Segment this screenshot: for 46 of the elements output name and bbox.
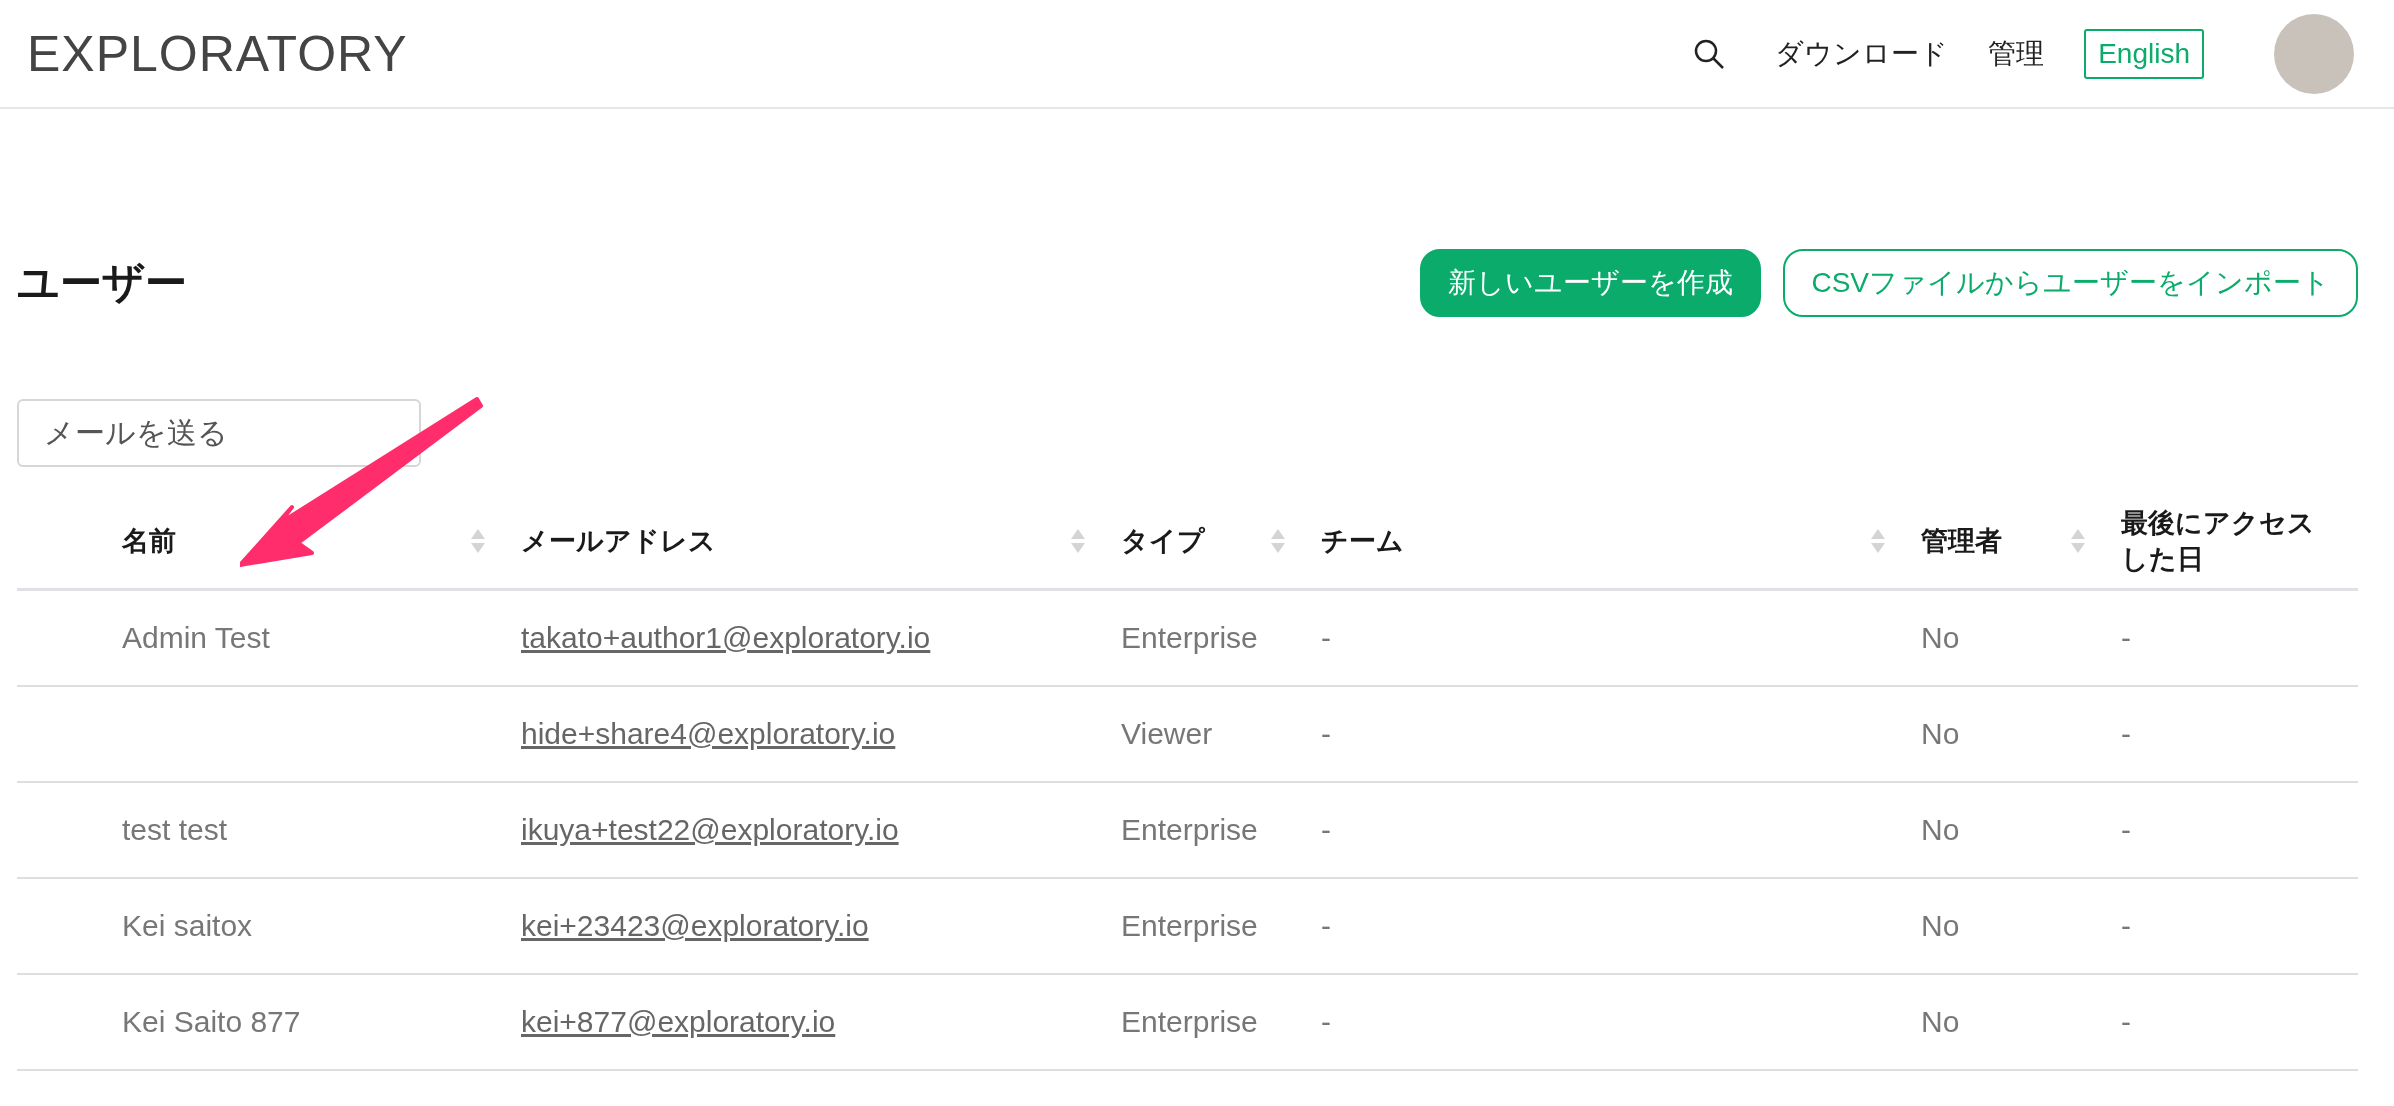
table-cell: test test: [122, 813, 228, 847]
logo[interactable]: EXPLORATORY: [27, 24, 1694, 83]
send-mail-button[interactable]: メールを送る: [17, 399, 421, 467]
column-header[interactable]: 名前: [122, 522, 470, 559]
table-cell: No: [1921, 717, 1960, 751]
column-header[interactable]: タイプ: [1121, 522, 1270, 559]
sort-icon[interactable]: [2070, 527, 2086, 554]
table-cell: Kei saitox: [122, 909, 253, 943]
table-cell: Enterprise: [1121, 813, 1258, 847]
email-link[interactable]: ikuya+test22@exploratory.io: [521, 813, 899, 847]
column-header[interactable]: 管理者: [1921, 522, 2070, 559]
column-header: 最後にアクセスした日: [2121, 506, 2316, 576]
table-cell: -: [1321, 621, 1331, 655]
email-link[interactable]: takato+author1@exploratory.io: [521, 621, 931, 655]
table-cell: -: [2121, 621, 2131, 655]
sort-icon[interactable]: [1070, 527, 1086, 554]
table-cell: Viewer: [1121, 717, 1213, 751]
page-title: ユーザー: [17, 258, 187, 308]
sort-icon[interactable]: [1270, 527, 1286, 554]
table-cell: -: [1321, 717, 1331, 751]
email-link[interactable]: hide+share4@exploratory.io: [521, 717, 896, 751]
table-cell: -: [1321, 1005, 1331, 1039]
table-cell: Kei Saito 877: [122, 1005, 301, 1039]
email-link[interactable]: kei+877@exploratory.io: [521, 1005, 836, 1039]
column-header[interactable]: チーム: [1321, 522, 1870, 559]
table-cell: -: [1321, 909, 1331, 943]
table-cell: No: [1921, 813, 1960, 847]
table-cell: Enterprise: [1121, 621, 1258, 655]
table-cell: -: [1321, 813, 1331, 847]
nav-link[interactable]: ダウンロード: [1775, 34, 1949, 73]
table-cell: Admin Test: [122, 621, 270, 655]
table-cell: Enterprise: [1121, 1005, 1258, 1039]
column-header[interactable]: メールアドレス: [521, 522, 1070, 559]
table-cell: -: [2121, 717, 2131, 751]
nav-link[interactable]: 管理: [1988, 34, 2045, 73]
table-cell: No: [1921, 621, 1960, 655]
table-cell: -: [2121, 813, 2131, 847]
table-cell: Enterprise: [1121, 909, 1258, 943]
table-cell: -: [2121, 1005, 2131, 1039]
table-cell: No: [1921, 1005, 1960, 1039]
sort-icon[interactable]: [1870, 527, 1886, 554]
search-icon[interactable]: [1693, 37, 1726, 70]
sort-icon[interactable]: [470, 527, 486, 554]
table-cell: No: [1921, 909, 1960, 943]
email-link[interactable]: kei+23423@exploratory.io: [521, 909, 869, 943]
table-cell: -: [2121, 909, 2131, 943]
